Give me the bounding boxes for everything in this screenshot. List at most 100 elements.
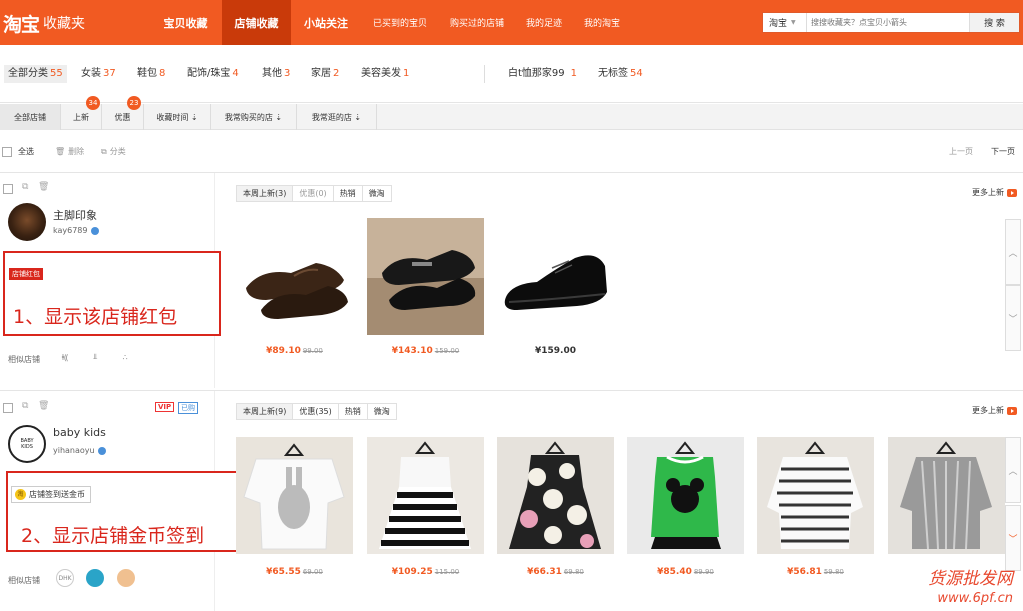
search-scope-label: 淘宝 [769, 19, 788, 29]
product-image[interactable] [627, 437, 744, 554]
trash-icon[interactable]: 🗑 [38, 401, 49, 411]
nav-item-site-follow[interactable]: 小站关注 [291, 0, 361, 45]
similar-shop-logo[interactable]: ⫫ [85, 349, 105, 365]
tab-weekly-new[interactable]: 本周上新 (3) [237, 186, 294, 201]
product-price: ¥159.00 [497, 346, 614, 356]
sign-in-coin-button[interactable]: 淘 店铺签到送金币 [11, 486, 91, 503]
shop-content-tabs: 本周上新 (3) 优惠 (0) 热销 微淘 [236, 185, 392, 202]
nav-item-bought-shops[interactable]: 购买过的店铺 [440, 0, 514, 45]
classify-label: 分类 [109, 147, 126, 156]
tab-all-shops[interactable]: 全部店铺 [0, 104, 61, 130]
verified-icon [90, 226, 99, 235]
shop-avatar[interactable]: BABY KIDS [8, 425, 46, 463]
tab-discounts[interactable]: 优惠 (35) [293, 404, 339, 419]
shop-red-packet-tag[interactable]: 店铺红包 [9, 268, 43, 280]
search-scope-select[interactable]: 淘宝 ▼ [763, 13, 807, 32]
chevron-up-icon: ︿ [1008, 466, 1018, 477]
scroll-down-button[interactable]: ﹀ [1005, 505, 1021, 571]
prev-page-button[interactable]: 上一页 [949, 146, 973, 157]
classify-icon[interactable]: ⧉ [22, 401, 28, 411]
tab-weitao[interactable]: 微淘 [363, 186, 391, 201]
search-input[interactable] [807, 13, 969, 32]
original-price: 159.00 [434, 347, 460, 355]
shop-avatar[interactable] [8, 203, 46, 241]
chevron-down-icon: ▼ [791, 19, 796, 26]
top-bar: 淘宝 收藏夹 宝贝收藏 店铺收藏 小站关注 已买到的宝贝 购买过的店铺 我的足迹… [0, 0, 1023, 45]
scroll-down-button[interactable]: ﹀ [1005, 285, 1021, 351]
category-shoes-bags[interactable]: 鞋包 8 [137, 65, 165, 83]
product-image[interactable] [888, 437, 1005, 554]
delete-button[interactable]: 🗑 删除 [55, 146, 84, 157]
product-image[interactable] [497, 218, 614, 335]
search-button[interactable]: 搜 索 [969, 13, 1019, 32]
original-price: 59.80 [823, 568, 844, 576]
tab-hot-sales[interactable]: 热销 [339, 404, 368, 419]
classify-button[interactable]: ⧉ 分类 [101, 146, 126, 157]
original-price: 89.90 [693, 568, 714, 576]
similar-shop-logo[interactable]: ⱡ⸨ [55, 349, 75, 365]
category-women[interactable]: 女装 37 [81, 65, 116, 83]
product-image[interactable] [236, 437, 353, 554]
shop-name[interactable]: 主脚印象 [53, 207, 97, 223]
nav-item-shop-favorites[interactable]: 店铺收藏 [222, 0, 291, 45]
category-all[interactable]: 全部分类 55 [4, 65, 67, 83]
category-home[interactable]: 家居 2 [311, 65, 339, 83]
watermark-url: www.6pf.cn [937, 591, 1013, 606]
similar-shop-logo[interactable]: ∴ [115, 349, 135, 365]
tab-weitao[interactable]: 微淘 [368, 404, 396, 419]
tab-frequent-visit[interactable]: 我常逛的店 ⇣ [297, 104, 377, 130]
tab-discounts[interactable]: 优惠 (0) [293, 186, 334, 201]
category-count: 1 [403, 68, 410, 79]
product-image[interactable] [236, 218, 353, 335]
original-price: 69.00 [302, 568, 323, 576]
scroll-up-button[interactable]: ︿ [1005, 437, 1021, 503]
nav-item-bought-items[interactable]: 已买到的宝贝 [364, 0, 436, 45]
discounts-badge: 23 [127, 96, 141, 110]
more-new-link[interactable]: 更多上新 [972, 405, 1017, 416]
logo[interactable]: 淘宝 收藏夹 [0, 11, 86, 36]
nav-item-footprint[interactable]: 我的足迹 [518, 0, 570, 45]
tag-untagged[interactable]: 无标签 54 [598, 65, 643, 83]
tab-hot-sales[interactable]: 热销 [334, 186, 363, 201]
play-icon [1007, 406, 1017, 415]
tab-favorite-time[interactable]: 收藏时间 ⇣ [144, 104, 211, 130]
classify-icon[interactable]: ⧉ [22, 182, 28, 192]
similar-shop-logo[interactable] [86, 569, 104, 587]
shop-name[interactable]: baby kids [53, 426, 106, 439]
nav-item-my-taobao[interactable]: 我的淘宝 [576, 0, 628, 45]
next-page-button[interactable]: 下一页 [991, 146, 1015, 157]
current-price: ¥56.81 [787, 567, 822, 577]
watermark: 货源批发网 www.6pf.cn [928, 569, 1013, 609]
similar-shop-logo[interactable]: DHK [56, 569, 74, 587]
tab-label: 本周上新 [243, 189, 275, 198]
product-image[interactable] [757, 437, 874, 554]
tab-frequent-buy[interactable]: 我常购买的店 ⇣ [211, 104, 297, 130]
product-image[interactable] [497, 437, 614, 554]
select-all-checkbox[interactable] [2, 146, 12, 157]
trash-icon: 🗑 [55, 147, 66, 156]
product-image[interactable] [367, 218, 484, 335]
nav-item-item-favorites[interactable]: 宝贝收藏 [149, 0, 222, 45]
category-other[interactable]: 其他 3 [262, 65, 290, 83]
category-count: 8 [159, 68, 166, 79]
category-accessories[interactable]: 配饰/珠宝 4 [187, 65, 239, 83]
product-image[interactable] [367, 437, 484, 554]
chevron-down-icon: ﹀ [1008, 314, 1018, 325]
tag-white-tshirt[interactable]: 白t恤那家99 1 [508, 65, 577, 83]
shop-checkbox[interactable] [3, 184, 13, 194]
shop-checkbox[interactable] [3, 403, 13, 413]
category-label: 家居 [311, 68, 331, 79]
trash-icon[interactable]: 🗑 [38, 182, 49, 192]
seller-name[interactable]: yihanaoyu [53, 446, 106, 455]
product-price: ¥89.10 99.00 [236, 346, 353, 356]
more-new-link[interactable]: 更多上新 [972, 187, 1017, 198]
seller-name[interactable]: kay6789 [53, 226, 99, 235]
tab-weekly-new[interactable]: 本周上新 (9) [237, 404, 294, 419]
select-all[interactable]: 全选 [2, 146, 34, 157]
category-label: 鞋包 [137, 68, 157, 79]
category-beauty[interactable]: 美容美发 1 [361, 65, 409, 83]
product-price: ¥66.31 69.80 [497, 567, 614, 577]
scroll-up-button[interactable]: ︿ [1005, 219, 1021, 285]
logo-subtitle: 收藏夹 [43, 16, 86, 32]
similar-shop-logo[interactable] [117, 569, 135, 587]
